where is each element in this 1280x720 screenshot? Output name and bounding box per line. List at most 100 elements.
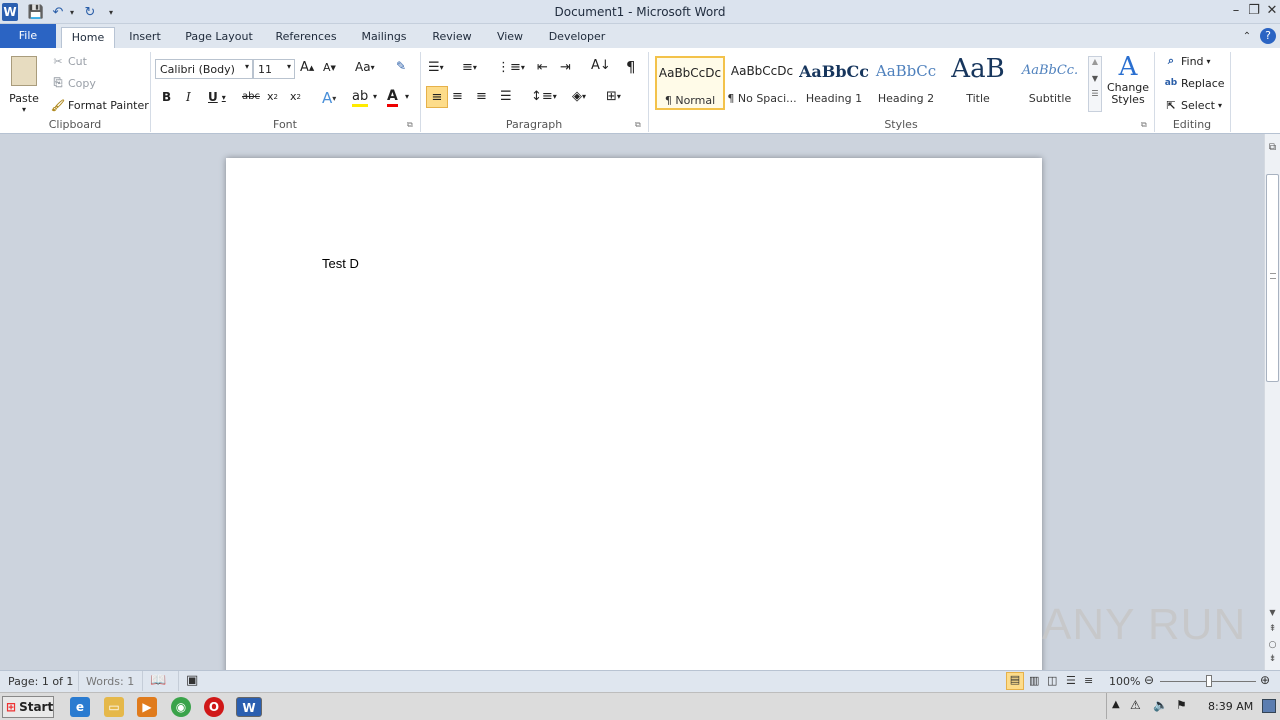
- shading-icon[interactable]: ◈ ▾: [572, 89, 586, 104]
- start-button[interactable]: ⊞ Start: [2, 696, 54, 718]
- line-spacing-icon[interactable]: ↕≡ ▾: [531, 89, 557, 104]
- dialog-launcher-icon[interactable]: ⧉: [635, 120, 641, 130]
- format-painter-button[interactable]: 🖌 Format Painter: [50, 97, 149, 113]
- tab-view[interactable]: View: [488, 27, 532, 48]
- draft-icon[interactable]: ≡: [1084, 674, 1093, 687]
- strikethrough-icon[interactable]: abc: [242, 91, 260, 102]
- dialog-launcher-icon[interactable]: ⧉: [1141, 120, 1147, 130]
- chrome-icon[interactable]: ◉: [171, 697, 191, 717]
- zoom-level[interactable]: 100%: [1109, 675, 1140, 688]
- cut-button[interactable]: ✂ Cut: [50, 53, 87, 69]
- network-flag-icon[interactable]: ⚑: [1176, 698, 1187, 712]
- change-styles-button[interactable]: A Change Styles: [1106, 52, 1150, 116]
- paste-button[interactable]: Paste ▾: [6, 52, 42, 114]
- shrink-font-icon[interactable]: A ▼: [323, 61, 336, 74]
- minimize-button[interactable]: –: [1227, 2, 1245, 20]
- bold-icon[interactable]: B: [162, 90, 171, 104]
- justify-icon[interactable]: ☰: [500, 89, 512, 104]
- more-styles-icon[interactable]: ☰: [1089, 89, 1101, 98]
- show-hidden-icons-icon[interactable]: ▲: [1112, 699, 1120, 710]
- word-taskbar-icon[interactable]: W: [236, 697, 262, 717]
- style-title[interactable]: AaB Title: [943, 54, 1013, 110]
- align-right-icon[interactable]: ≡: [476, 89, 487, 104]
- scroll-down-icon[interactable]: ▼: [1266, 608, 1279, 617]
- close-button[interactable]: ✕: [1263, 2, 1280, 20]
- find-button[interactable]: ⌕ Find ▾: [1163, 53, 1211, 69]
- zoom-out-icon[interactable]: ⊖: [1144, 673, 1154, 687]
- next-page-icon[interactable]: ⇟: [1266, 654, 1279, 664]
- tab-mailings[interactable]: Mailings: [352, 27, 416, 48]
- font-color-icon[interactable]: A: [387, 88, 398, 107]
- style-heading-2[interactable]: AaBbCc Heading 2: [871, 56, 941, 110]
- change-case-icon[interactable]: Aa ▾: [355, 60, 375, 74]
- grow-font-icon[interactable]: A ▲: [300, 60, 314, 75]
- page-count[interactable]: Page: 1 of 1: [8, 675, 73, 688]
- zoom-slider-thumb[interactable]: [1206, 675, 1212, 687]
- bullets-icon[interactable]: ☰ ▾: [428, 60, 444, 75]
- minimize-ribbon-icon[interactable]: ⌃: [1238, 28, 1256, 46]
- align-left-icon[interactable]: ≡: [426, 86, 448, 108]
- clock[interactable]: 8:39 AM: [1208, 700, 1253, 713]
- show-formatting-marks-icon[interactable]: ¶: [626, 58, 636, 76]
- chevron-down-icon[interactable]: ▾: [405, 92, 409, 101]
- view-ruler-icon[interactable]: ⧉: [1266, 142, 1279, 156]
- opera-icon[interactable]: O: [204, 697, 224, 717]
- sort-icon[interactable]: A↓: [591, 58, 611, 73]
- font-name-combo[interactable]: Calibri (Body) ▾: [155, 59, 253, 79]
- zoom-in-icon[interactable]: ⊕: [1260, 673, 1270, 687]
- volume-icon[interactable]: 🔈: [1153, 698, 1168, 712]
- proofing-icon[interactable]: 📖: [150, 673, 166, 688]
- chevron-down-icon[interactable]: ▾: [373, 92, 377, 101]
- italic-icon[interactable]: I: [186, 90, 191, 104]
- align-center-icon[interactable]: ≡: [452, 89, 463, 104]
- folder-icon[interactable]: ▭: [104, 697, 124, 717]
- word-count[interactable]: Words: 1: [86, 675, 134, 688]
- multilevel-list-icon[interactable]: ⋮≡ ▾: [497, 60, 525, 75]
- select-browse-object-icon[interactable]: ○: [1266, 640, 1279, 650]
- highlight-icon[interactable]: ab: [352, 89, 369, 107]
- chevron-down-icon[interactable]: ▼: [1089, 74, 1101, 83]
- outline-icon[interactable]: ☰: [1066, 674, 1076, 687]
- clear-formatting-icon[interactable]: ✎: [396, 59, 406, 73]
- numbering-icon[interactable]: ≡ ▾: [462, 60, 477, 75]
- superscript-icon[interactable]: x2: [290, 90, 301, 103]
- text-effects-icon[interactable]: A ▾: [322, 89, 336, 107]
- internet-explorer-icon[interactable]: e: [70, 697, 90, 717]
- underline-icon[interactable]: U ▾: [208, 90, 226, 104]
- vertical-scrollbar[interactable]: ⧉ ▼ ⇞ ○ ⇟: [1264, 134, 1280, 670]
- web-layout-icon[interactable]: ◫: [1047, 674, 1057, 687]
- subscript-icon[interactable]: x2: [267, 90, 278, 103]
- style-subtitle[interactable]: AaBbCc. Subtitle: [1015, 56, 1085, 110]
- replace-button[interactable]: ab Replace: [1163, 75, 1225, 91]
- media-player-icon[interactable]: ▶: [137, 697, 157, 717]
- document-page[interactable]: Test D: [226, 158, 1042, 678]
- tab-page-layout[interactable]: Page Layout: [178, 27, 260, 48]
- full-screen-reading-icon[interactable]: ▥: [1029, 674, 1039, 687]
- style-no-spacing[interactable]: AaBbCcDc ¶ No Spaci...: [727, 56, 797, 110]
- dialog-launcher-icon[interactable]: ⧉: [407, 120, 413, 130]
- action-center-icon[interactable]: ⚠: [1130, 698, 1141, 712]
- chevron-up-icon[interactable]: ▲: [1089, 57, 1101, 66]
- borders-icon[interactable]: ⊞ ▾: [606, 89, 621, 104]
- tab-review[interactable]: Review: [424, 27, 480, 48]
- print-layout-icon[interactable]: ▤: [1006, 672, 1024, 690]
- tab-file[interactable]: File: [0, 24, 56, 48]
- tab-insert[interactable]: Insert: [120, 27, 170, 48]
- show-desktop-icon[interactable]: [1262, 699, 1276, 713]
- tab-references[interactable]: References: [268, 27, 344, 48]
- tab-home[interactable]: Home: [61, 27, 115, 48]
- macro-record-icon[interactable]: ▣: [186, 673, 198, 688]
- font-size-combo[interactable]: 11 ▾: [253, 59, 295, 79]
- styles-gallery-scroll[interactable]: ▲ ▼ ☰: [1088, 56, 1102, 112]
- scroll-thumb[interactable]: [1266, 174, 1279, 382]
- copy-button[interactable]: ⎘ Copy: [50, 75, 96, 91]
- previous-page-icon[interactable]: ⇞: [1266, 624, 1279, 634]
- increase-indent-icon[interactable]: ⇥: [560, 60, 571, 75]
- style-heading-1[interactable]: AaBbCc Heading 1: [799, 56, 869, 110]
- document-text[interactable]: Test D: [322, 256, 359, 271]
- select-button[interactable]: ⇱ Select ▾: [1163, 97, 1222, 113]
- decrease-indent-icon[interactable]: ⇤: [537, 60, 548, 75]
- restore-button[interactable]: ❐: [1245, 2, 1263, 20]
- tab-developer[interactable]: Developer: [540, 27, 614, 48]
- help-icon[interactable]: ?: [1260, 28, 1276, 44]
